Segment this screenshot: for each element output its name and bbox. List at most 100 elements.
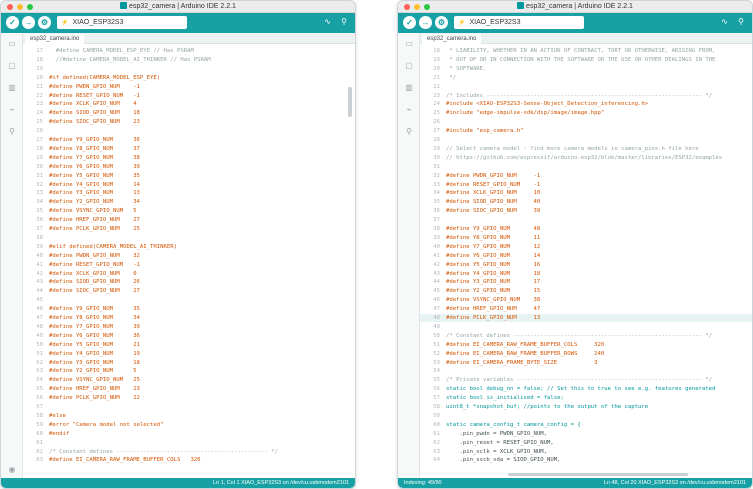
boards-manager-icon[interactable]: ▢ [404,61,414,70]
code-line[interactable]: 56 static bool debug_nn = false; // Set t… [420,385,752,393]
code-line[interactable]: 19 * OUT OF OR IN CONNECTION WITH THE SO… [420,56,752,64]
code-line[interactable]: 24 #include <XIAO-ESP32S3-Sense-Object_De… [420,100,752,108]
code-line[interactable]: 53 #define Y2_GPIO_NUM 5 [23,367,355,375]
code-line[interactable]: 33 #define RESET_GPIO_NUM -1 [420,181,752,189]
code-line[interactable]: 22 [420,83,752,91]
title-bar[interactable]: esp32_camera | Arduino IDE 2.2.1 [398,1,752,13]
code-line[interactable]: 61 [23,439,355,447]
code-line[interactable]: 51 #define EI_CAMERA_RAW_FRAME_BUFFER_COL… [420,341,752,349]
code-line[interactable]: 61 .pin_pwdn = PWDN_GPIO_NUM, [420,430,752,438]
code-line[interactable]: 50 #define Y5_GPIO_NUM 21 [23,341,355,349]
code-line[interactable]: 60 #endif [23,430,355,438]
code-line[interactable]: 46 #define VSYNC_GPIO_NUM 38 [420,296,752,304]
code-line[interactable]: 35 #define SIOD_GPIO_NUM 40 [420,198,752,206]
code-line[interactable]: 24 #define SIOD_GPIO_NUM 18 [23,109,355,117]
upload-button[interactable]: → [22,16,35,29]
code-line[interactable]: 23 /* Includes --------------------------… [420,92,752,100]
code-line[interactable]: 20 #if defined(CAMERA_MODEL_ESP_EYE) [23,74,355,82]
code-line[interactable]: 21 #define PWDN_GPIO_NUM -1 [23,83,355,91]
code-line[interactable]: 32 #define PWDN_GPIO_NUM -1 [420,172,752,180]
code-line[interactable]: 22 #define RESET_GPIO_NUM -1 [23,92,355,100]
code-line[interactable]: 42 #define XCLK_GPIO_NUM 0 [23,270,355,278]
horizontal-scrollbar[interactable] [508,473,688,476]
code-editor[interactable]: 17 #define CAMERA_MODEL_ESP_EYE // Has P… [23,44,355,478]
code-line[interactable]: 38 #define Y9_GPIO_NUM 48 [420,225,752,233]
code-line[interactable]: 37 [420,216,752,224]
code-line[interactable]: 56 #define PCLK_GPIO_NUM 22 [23,394,355,402]
code-line[interactable]: 62 .pin_reset = RESET_GPIO_NUM, [420,439,752,447]
code-line[interactable]: 29 // Select camera model - find more cam… [420,145,752,153]
serial-plotter-icon[interactable]: ∿ [721,17,728,26]
code-line[interactable]: 47 #define Y8_GPIO_NUM 34 [23,314,355,322]
verify-button[interactable]: ✓ [403,16,416,29]
code-line[interactable]: 18 //#define CAMERA_MODEL_AI_THINKER // … [23,56,355,64]
code-line[interactable]: 48 #define Y7_GPIO_NUM 39 [23,323,355,331]
verify-button[interactable]: ✓ [6,16,19,29]
code-line[interactable]: 20 * SOFTWARE. [420,65,752,73]
debug-icon[interactable]: ⌁ [7,105,17,114]
code-line[interactable]: 17 #define CAMERA_MODEL_ESP_EYE // Has P… [23,47,355,55]
search-icon[interactable]: ⚲ [404,127,414,136]
title-bar[interactable]: esp32_camera | Arduino IDE 2.2.1 [1,1,355,13]
code-line[interactable]: 51 #define Y4_GPIO_NUM 19 [23,350,355,358]
code-line[interactable]: 53 #define EI_CAMERA_FRAME_BYTE_SIZE 3 [420,359,752,367]
code-line[interactable]: 44 #define Y3_GPIO_NUM 17 [420,278,752,286]
sketchbook-icon[interactable]: ▭ [404,39,414,48]
code-line[interactable]: 41 #define Y6_GPIO_NUM 14 [420,252,752,260]
code-line[interactable]: 21 */ [420,74,752,82]
library-manager-icon[interactable]: ▥ [7,83,17,92]
code-line[interactable]: 35 #define VSYNC_GPIO_NUM 5 [23,207,355,215]
code-editor[interactable]: 18 * LIABILITY, WHETHER IN AN ACTION OF … [420,44,752,478]
serial-monitor-icon[interactable]: ⚲ [738,17,744,26]
code-line[interactable]: 57 static bool is_initialised = false; [420,394,752,402]
code-line[interactable]: 45 #define Y2_GPIO_NUM 15 [420,287,752,295]
code-line[interactable]: 27 #define Y9_GPIO_NUM 36 [23,136,355,144]
boards-manager-icon[interactable]: ▢ [7,61,17,70]
code-line[interactable]: 50 /* Constant defines ------------------… [420,332,752,340]
code-line[interactable]: 55 #define HREF_GPIO_NUM 23 [23,385,355,393]
code-line[interactable]: 54 #define VSYNC_GPIO_NUM 25 [23,376,355,384]
code-line[interactable]: 30 #define Y6_GPIO_NUM 39 [23,163,355,171]
code-line[interactable]: 26 [23,127,355,135]
code-line[interactable]: 59 [420,412,752,420]
code-line[interactable]: 18 * LIABILITY, WHETHER IN AN ACTION OF … [420,47,752,55]
code-line[interactable]: 43 #define SIOD_GPIO_NUM 26 [23,278,355,286]
code-line[interactable]: 57 [23,403,355,411]
code-line[interactable]: 26 [420,118,752,126]
code-line[interactable]: 39 #define Y8_GPIO_NUM 11 [420,234,752,242]
code-line[interactable]: 34 #define XCLK_GPIO_NUM 10 [420,189,752,197]
code-line[interactable]: 36 #define HREF_GPIO_NUM 27 [23,216,355,224]
code-line[interactable]: 33 #define Y3_GPIO_NUM 13 [23,189,355,197]
code-line[interactable]: 32 #define Y4_GPIO_NUM 14 [23,181,355,189]
code-line[interactable]: 40 #define PWDN_GPIO_NUM 32 [23,252,355,260]
code-line[interactable]: 30 // https://github.com/espressif/arduin… [420,154,752,162]
sketchbook-icon[interactable]: ▭ [7,39,17,48]
code-line[interactable]: 58 #else [23,412,355,420]
vertical-scrollbar[interactable] [348,87,352,117]
code-line[interactable]: 46 #define Y9_GPIO_NUM 35 [23,305,355,313]
code-line[interactable]: 31 #define Y5_GPIO_NUM 35 [23,172,355,180]
debug-button[interactable]: ⚙ [38,16,51,29]
code-line[interactable]: 58 uint8_t *snapshot_buf; //points to the… [420,403,752,411]
code-line[interactable]: 48 #define PCLK_GPIO_NUM 13 [420,314,752,322]
code-line[interactable]: 39 #elif defined(CAMERA_MODEL_AI_THINKER) [23,243,355,251]
upload-button[interactable]: → [419,16,432,29]
profile-icon[interactable]: ◉ [7,465,17,474]
code-line[interactable]: 54 [420,367,752,375]
code-line[interactable]: 60 static camera_config_t camera_config =… [420,421,752,429]
code-line[interactable]: 28 #define Y8_GPIO_NUM 37 [23,145,355,153]
code-line[interactable]: 31 [420,163,752,171]
board-selector[interactable]: ⚡ XIAO_ESP32S3 [57,16,187,29]
tab-esp32-camera[interactable]: esp32_camera.ino [25,34,85,44]
code-line[interactable]: 41 #define RESET_GPIO_NUM -1 [23,261,355,269]
debug-button[interactable]: ⚙ [435,16,448,29]
code-line[interactable]: 40 #define Y7_GPIO_NUM 12 [420,243,752,251]
search-icon[interactable]: ⚲ [7,127,17,136]
code-line[interactable]: 63 .pin_xclk = XCLK_GPIO_NUM, [420,448,752,456]
code-line[interactable]: 25 #include "edge-impulse-sdk/dsp/image/i… [420,109,752,117]
code-line[interactable]: 29 #define Y7_GPIO_NUM 38 [23,154,355,162]
debug-icon[interactable]: ⌁ [404,105,414,114]
code-line[interactable]: 23 #define XCLK_GPIO_NUM 4 [23,100,355,108]
serial-monitor-icon[interactable]: ⚲ [341,17,347,26]
code-line[interactable]: 52 #define Y3_GPIO_NUM 18 [23,359,355,367]
